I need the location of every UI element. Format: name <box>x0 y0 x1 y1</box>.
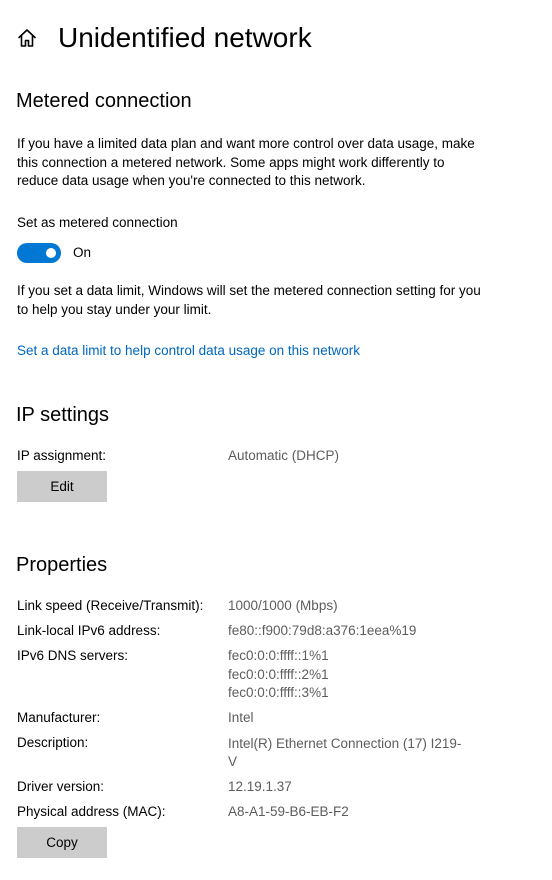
link-speed-label: Link speed (Receive/Transmit): <box>17 598 204 613</box>
metered-description: If you have a limited data plan and want… <box>17 136 475 188</box>
ipv6-local-label: Link-local IPv6 address: <box>17 623 161 638</box>
home-icon[interactable] <box>16 27 38 49</box>
ip-assignment-label: IP assignment: <box>17 448 107 463</box>
manufacturer-value: Intel <box>228 710 254 725</box>
metered-connection-heading: Metered connection <box>16 90 192 112</box>
mac-address-label: Physical address (MAC): <box>17 804 166 819</box>
driver-version-value: 12.19.1.37 <box>228 779 292 794</box>
metered-toggle[interactable] <box>17 243 61 263</box>
ipv6-local-value: fe80::f900:79d8:a376:1eea%19 <box>228 623 417 638</box>
copy-button[interactable]: Copy <box>17 827 107 858</box>
ip-assignment-value: Automatic (DHCP) <box>228 448 340 463</box>
metered-setting-label: Set as metered connection <box>17 215 178 230</box>
description-value: Intel(R) Ethernet Connection (17) I219-V <box>228 736 462 769</box>
edit-button[interactable]: Edit <box>17 471 107 502</box>
dns-servers-label: IPv6 DNS servers: <box>17 648 129 663</box>
data-limit-link[interactable]: Set a data limit to help control data us… <box>17 342 360 360</box>
dns-server-value: fec0:0:0:ffff::1%1 <box>228 648 329 663</box>
data-limit-note: If you set a data limit, Windows will se… <box>17 283 481 317</box>
description-label: Description: <box>17 735 89 750</box>
dns-server-value: fec0:0:0:ffff::2%1 <box>228 667 329 682</box>
dns-server-value: fec0:0:0:ffff::3%1 <box>228 685 329 700</box>
mac-address-value: A8-A1-59-B6-EB-F2 <box>228 804 349 819</box>
driver-version-label: Driver version: <box>17 779 105 794</box>
toggle-state-label: On <box>73 245 92 260</box>
ip-settings-heading: IP settings <box>16 404 110 426</box>
toggle-knob <box>46 248 56 258</box>
page-title: Unidentified network <box>58 22 312 53</box>
manufacturer-label: Manufacturer: <box>17 710 101 725</box>
link-speed-value: 1000/1000 (Mbps) <box>228 598 338 613</box>
properties-heading: Properties <box>16 554 108 576</box>
